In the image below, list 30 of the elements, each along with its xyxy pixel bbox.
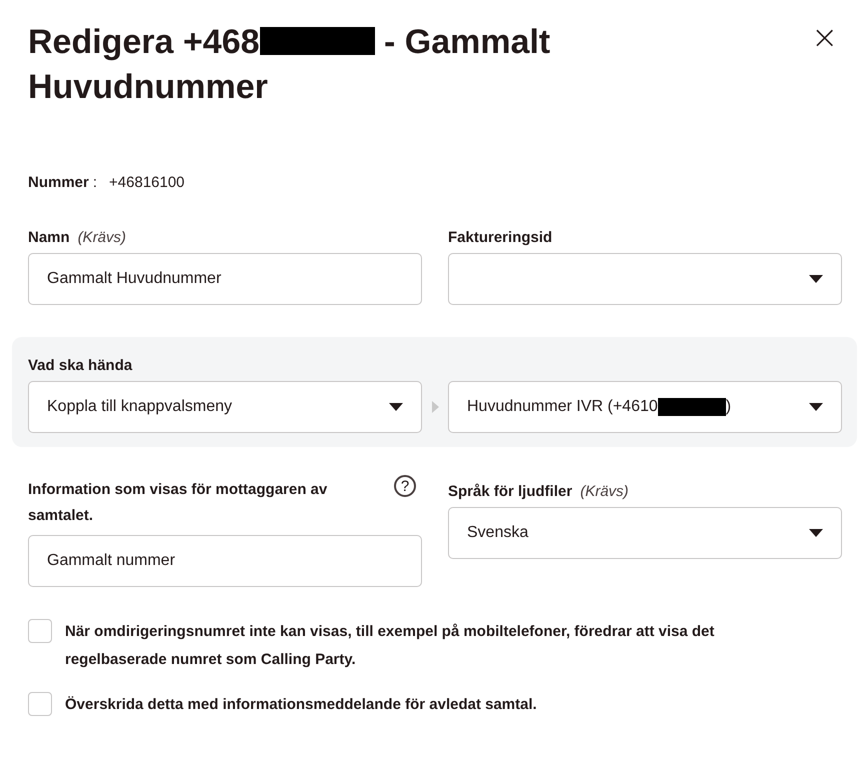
field-label: Vad ska hända	[28, 357, 132, 374]
language-dropdown[interactable]: Svenska	[448, 507, 842, 559]
field-label: Namn	[28, 229, 70, 246]
checkbox[interactable]	[28, 692, 52, 716]
number-value: +46816100	[109, 174, 185, 191]
title-text: Redigera +468	[28, 23, 260, 61]
caret-icon	[809, 403, 823, 411]
title-text: - Gammalt	[384, 23, 550, 61]
close-button[interactable]: ×	[807, 22, 842, 52]
name-field[interactable]: Gammalt Huvudnummer	[28, 253, 422, 305]
checkbox-label: När omdirigeringsnumret inte kan visas, till exempel på mobiltelefoner, föredrar att visa det regelbaserade numret som Calling Party.	[65, 622, 716, 670]
caret-icon	[389, 403, 403, 411]
number-label: Nummer	[28, 174, 89, 191]
billing-dropdown[interactable]	[448, 253, 842, 305]
checkbox[interactable]	[28, 619, 52, 643]
action-dropdown[interactable]: Koppla till knappvalsmeny	[28, 381, 422, 433]
field-label: Faktureringsid	[448, 229, 552, 246]
help-icon[interactable]: ?	[394, 475, 416, 497]
required-note: (Krävs)	[580, 483, 629, 500]
arrow-icon	[432, 401, 438, 413]
colon: :	[92, 174, 98, 191]
checkbox-label: Överskrida detta med informationsmeddelande för avledat samtal.	[65, 695, 537, 715]
caret-icon	[809, 529, 823, 537]
field-label: Information som visas för mottaggaren av samtalet.	[28, 480, 328, 526]
target-dropdown[interactable]: Huvudnummer IVR (+4610 )	[448, 381, 842, 433]
required-note: (Krävs)	[78, 229, 126, 246]
info-field[interactable]: Gammalt nummer	[28, 535, 422, 587]
field-label: Språk för ljudfiler	[448, 483, 572, 500]
caret-icon	[809, 275, 823, 283]
title-text: Huvudnummer	[28, 68, 268, 106]
